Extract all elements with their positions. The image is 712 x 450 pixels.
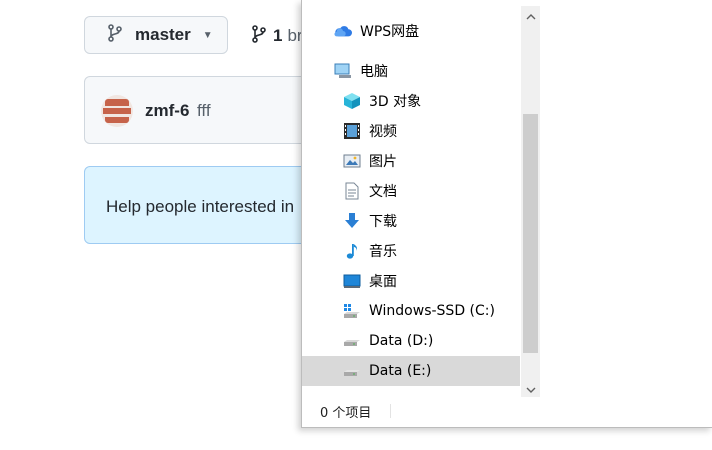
scroll-down-button[interactable] — [521, 380, 540, 397]
nav-item-wps-cloud[interactable]: WPS网盘 — [302, 16, 520, 46]
scroll-thumb[interactable] — [523, 114, 538, 353]
drive-icon — [343, 362, 361, 380]
nav-item-label: 下载 — [369, 214, 397, 230]
nav-item-3d-objects[interactable]: 3D 对象 — [302, 86, 520, 116]
branch-count-number: 1 — [273, 26, 283, 45]
chevron-down-icon — [526, 379, 536, 398]
3d-objects-icon — [343, 92, 361, 110]
avatar[interactable] — [101, 95, 133, 127]
nav-item-documents[interactable]: 文档 — [302, 176, 520, 206]
git-branch-icon — [107, 23, 123, 47]
vertical-scrollbar[interactable] — [521, 6, 540, 397]
nav-item-label: 桌面 — [369, 274, 397, 290]
branch-selector-button[interactable]: master ▼ — [84, 16, 228, 54]
scroll-up-button[interactable] — [521, 6, 540, 23]
git-branch-icon — [251, 24, 267, 48]
nav-item-music[interactable]: 音乐 — [302, 236, 520, 266]
nav-item-label: 音乐 — [369, 244, 397, 260]
video-icon — [343, 122, 361, 140]
cloud-icon — [334, 22, 352, 40]
nav-item-this-pc[interactable]: 电脑 — [302, 56, 520, 86]
item-count-status: 0 个项目 — [320, 406, 372, 421]
nav-item-label: 文档 — [369, 184, 397, 200]
download-icon — [343, 212, 361, 230]
nav-item-drive-e[interactable]: Data (E:) — [302, 356, 520, 386]
status-divider — [390, 404, 391, 418]
desktop-icon — [343, 272, 361, 290]
chevron-up-icon — [526, 5, 536, 24]
nav-item-label: 视频 — [369, 124, 397, 140]
nav-item-label: 图片 — [369, 154, 397, 170]
document-icon — [343, 182, 361, 200]
nav-item-videos[interactable]: 视频 — [302, 116, 520, 146]
nav-item-label: Data (D:) — [369, 333, 434, 349]
nav-item-desktop[interactable]: 桌面 — [302, 266, 520, 296]
nav-item-drive-d[interactable]: Data (D:) — [302, 326, 520, 356]
branches-link[interactable]: 1 br — [251, 24, 303, 48]
navigation-pane: WPS网盘 电脑 3D 对象 视频 图片 文档 下载 音乐 桌面 Windows… — [302, 0, 520, 397]
nav-item-drive-c[interactable]: Windows-SSD (C:) — [302, 296, 520, 326]
readme-prompt-text: Help people interested in — [106, 197, 295, 216]
music-icon — [343, 242, 361, 260]
computer-icon — [334, 62, 352, 80]
nav-item-label: Windows-SSD (C:) — [369, 303, 495, 319]
drive-icon — [343, 332, 361, 350]
nav-item-label: 3D 对象 — [369, 94, 422, 110]
commit-message-link[interactable]: fff — [197, 101, 211, 121]
nav-item-label: 电脑 — [360, 64, 388, 80]
nav-item-pictures[interactable]: 图片 — [302, 146, 520, 176]
pictures-icon — [343, 152, 361, 170]
file-explorer-dropdown: WPS网盘 电脑 3D 对象 视频 图片 文档 下载 音乐 桌面 Windows… — [301, 0, 712, 428]
commit-author-link[interactable]: zmf-6 — [145, 101, 189, 121]
nav-item-label: WPS网盘 — [360, 24, 420, 40]
nav-item-label: Data (E:) — [369, 363, 432, 379]
nav-item-downloads[interactable]: 下载 — [302, 206, 520, 236]
caret-down-icon: ▼ — [202, 29, 213, 41]
system-drive-icon — [343, 302, 361, 320]
branch-name: master — [135, 25, 191, 44]
